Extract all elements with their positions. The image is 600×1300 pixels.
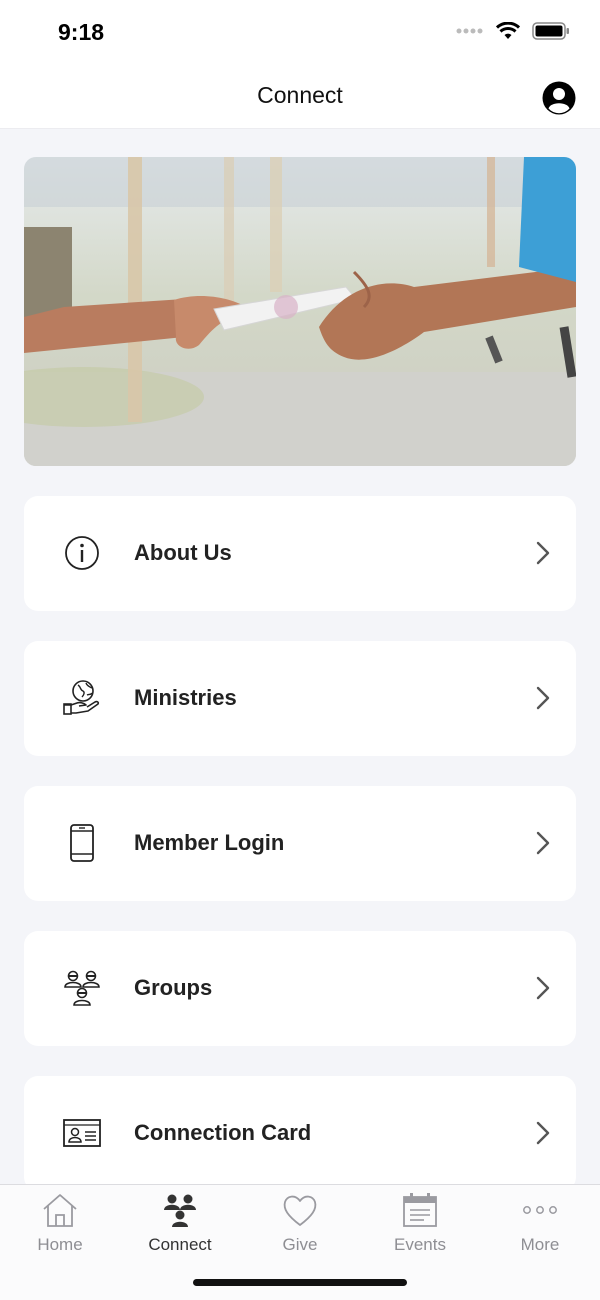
tab-label: Home	[37, 1235, 83, 1254]
menu-item-label: About Us	[134, 540, 232, 565]
menu-item-label: Ministries	[134, 685, 237, 710]
heart-icon	[283, 1195, 317, 1226]
menu-item-label: Connection Card	[134, 1120, 312, 1145]
profile-icon[interactable]	[542, 81, 576, 115]
tab-label: Give	[282, 1235, 318, 1254]
id-card-icon	[63, 1119, 101, 1147]
signal-icon	[456, 28, 483, 34]
chevron-right-icon	[536, 976, 550, 1000]
battery-icon	[532, 22, 569, 40]
menu-item-groups[interactable]: Groups	[24, 931, 576, 1046]
menu-item-about-us[interactable]: About Us	[24, 496, 576, 611]
tab-label: Connect	[148, 1235, 212, 1254]
nav-bar: Connect	[0, 66, 600, 129]
chevron-right-icon	[536, 541, 550, 565]
menu-item-label: Groups	[134, 975, 213, 1000]
globe-hand-icon	[63, 680, 100, 715]
dots-icon	[523, 1206, 557, 1214]
tab-label: More	[520, 1235, 560, 1254]
chevron-right-icon	[536, 1121, 550, 1145]
people-icon	[164, 1194, 196, 1227]
status-icons	[456, 22, 570, 40]
tab-connect[interactable]: Connect	[120, 1185, 240, 1265]
status-time: 9:18	[58, 19, 105, 45]
hero-image	[24, 157, 576, 466]
phone-icon	[70, 824, 94, 862]
menu-item-ministries[interactable]: Ministries	[24, 641, 576, 756]
tab-more[interactable]: More	[480, 1185, 600, 1265]
tab-events[interactable]: Events	[360, 1185, 480, 1265]
calendar-icon	[403, 1193, 437, 1227]
house-icon	[43, 1194, 77, 1227]
info-icon	[65, 536, 99, 570]
status-bar: 9:18	[0, 0, 600, 66]
tab-home[interactable]: Home	[0, 1185, 120, 1265]
menu-item-member-login[interactable]: Member Login	[24, 786, 576, 901]
group-icon	[64, 970, 100, 1006]
tab-give[interactable]: Give	[240, 1185, 360, 1265]
chevron-right-icon	[536, 686, 550, 710]
wifi-icon	[496, 22, 520, 39]
home-indicator	[193, 1279, 407, 1286]
chevron-right-icon	[536, 831, 550, 855]
page-title: Connect	[257, 82, 343, 108]
menu-item-label: Member Login	[134, 830, 285, 855]
tab-label: Events	[394, 1235, 446, 1254]
menu-item-connection-card[interactable]: Connection Card	[24, 1076, 576, 1191]
